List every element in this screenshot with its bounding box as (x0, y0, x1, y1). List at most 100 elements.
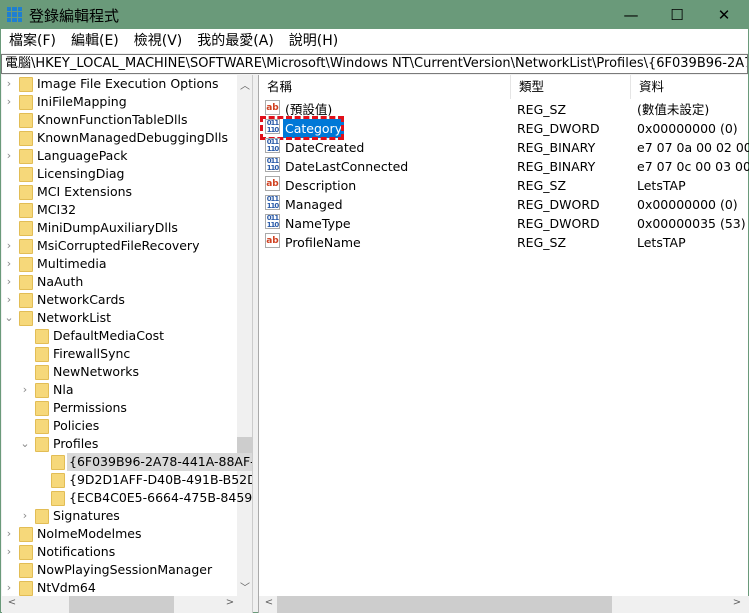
tree-item[interactable]: Permissions (2, 399, 236, 417)
tree-item[interactable]: {ECB4C0E5-6664-475B-8459- (2, 489, 252, 507)
chevron-right-icon[interactable]: › (4, 75, 14, 93)
folder-icon (35, 329, 49, 344)
folder-icon (35, 437, 49, 452)
window-title: 登錄編輯程式 (29, 7, 120, 25)
value-name: Managed (285, 197, 343, 212)
folder-icon (19, 131, 33, 146)
chevron-right-icon[interactable]: › (4, 525, 14, 543)
tree-horizontal-scrollbar[interactable]: < > (2, 596, 252, 613)
value-type: REG_SZ (517, 178, 567, 193)
tree-item[interactable]: › NoImeModelmes (2, 525, 236, 543)
chevron-right-icon[interactable]: › (4, 579, 14, 597)
column-header-data[interactable]: 資料 (631, 75, 749, 99)
value-row[interactable]: 011 110 NameType REG_DWORD 0x00000035 (53) (259, 214, 749, 233)
scroll-left-icon[interactable]: < (4, 597, 20, 608)
tree-item[interactable]: LicensingDiag (2, 165, 236, 183)
tree-item[interactable]: KnownManagedDebuggingDlls (2, 129, 236, 147)
chevron-right-icon[interactable]: › (4, 291, 14, 309)
chevron-down-icon[interactable]: ⌄ (4, 309, 14, 327)
tree-item[interactable]: › Image File Execution Options (2, 75, 236, 93)
close-button[interactable]: ✕ (701, 1, 747, 29)
tree-item[interactable]: › MsiCorruptedFileRecovery (2, 237, 236, 255)
highlight-box (260, 116, 344, 140)
column-header-name[interactable]: 名稱 (259, 75, 511, 99)
tree-horizontal-scroll-thumb[interactable] (69, 596, 174, 613)
string-value-icon: ab (265, 100, 280, 115)
binary-value-icon: 011 110 (265, 195, 280, 210)
value-row[interactable]: 011 110 DateLastConnected REG_BINARY e7 07 0… (259, 157, 749, 176)
value-type: REG_BINARY (517, 159, 596, 174)
tree-item[interactable]: MCI32 (2, 201, 236, 219)
key-tree-pane[interactable]: ︿ ﹀ < > › Image File Execution Options › In… (2, 75, 253, 613)
chevron-right-icon[interactable]: › (4, 543, 14, 561)
value-row[interactable]: ab Description REG_SZ LetsTAP (259, 176, 749, 195)
tree-item[interactable]: › NetworkCards (2, 291, 236, 309)
value-row[interactable]: ab ProfileName REG_SZ LetsTAP (259, 233, 749, 252)
tree-item[interactable]: {9D2D1AFF-D40B-491B-B52D (2, 471, 252, 489)
menu-favorites[interactable]: 我的最愛(A) (189, 29, 281, 53)
tree-item[interactable]: FirewallSync (2, 345, 236, 363)
tree-item[interactable]: {6F039B96-2A78-441A-88AF- (2, 453, 252, 471)
tree-item[interactable]: › NtVdm64 (2, 579, 236, 597)
tree-item[interactable]: NewNetworks (2, 363, 236, 381)
list-horizontal-scrollbar[interactable]: < > (259, 596, 749, 613)
value-data: 0x00000000 (0) (637, 197, 738, 212)
chevron-right-icon[interactable]: › (4, 237, 14, 255)
tree-item-label: Notifications (37, 544, 116, 559)
value-row[interactable]: 011 110 Managed REG_DWORD 0x00000000 (0) (259, 195, 749, 214)
tree-item[interactable]: › Nla (2, 381, 236, 399)
chevron-right-icon[interactable]: › (20, 381, 30, 399)
folder-icon (19, 275, 33, 290)
address-bar[interactable]: 電腦\HKEY_LOCAL_MACHINE\SOFTWARE\Microsoft… (1, 54, 748, 74)
tree-item[interactable]: › NaAuth (2, 273, 236, 291)
values-list-pane[interactable]: 名稱 類型 資料 < > ab (預設值) REG_SZ (數值未設定) 011 110 C… (258, 75, 749, 613)
value-row[interactable]: 011 110 DateCreated REG_BINARY e7 07 0a 00 0… (259, 138, 749, 157)
chevron-right-icon[interactable]: › (20, 507, 30, 525)
registry-editor-window: 登錄編輯程式 — ☐ ✕ 檔案(F) 編輯(E) 檢視(V) 我的最愛(A) 說… (0, 0, 749, 613)
chevron-right-icon[interactable]: › (4, 93, 14, 111)
maximize-button[interactable]: ☐ (654, 1, 700, 29)
scroll-left-icon[interactable]: < (261, 597, 277, 608)
chevron-down-icon[interactable]: ⌄ (20, 435, 30, 453)
tree-item[interactable]: › Multimedia (2, 255, 236, 273)
tree-item[interactable]: ⌄ Profiles (2, 435, 236, 453)
folder-icon (35, 365, 49, 380)
menu-view[interactable]: 檢視(V) (126, 29, 190, 53)
list-horizontal-scroll-thumb[interactable] (277, 596, 612, 613)
tree-item[interactable]: › Notifications (2, 543, 236, 561)
folder-icon (19, 77, 33, 92)
tree-item[interactable]: Policies (2, 417, 236, 435)
value-name: Description (285, 178, 357, 193)
tree-item[interactable]: DefaultMediaCost (2, 327, 236, 345)
folder-icon (35, 419, 49, 434)
tree-item[interactable]: KnownFunctionTableDlls (2, 111, 236, 129)
folder-icon (35, 383, 49, 398)
minimize-button[interactable]: — (608, 1, 654, 29)
value-data: e7 07 0a 00 02 00 1 (637, 140, 749, 155)
menu-file[interactable]: 檔案(F) (1, 29, 63, 53)
scroll-right-icon[interactable]: > (729, 597, 745, 608)
menu-help[interactable]: 說明(H) (281, 29, 345, 53)
scroll-down-icon[interactable]: ﹀ (237, 579, 252, 594)
chevron-right-icon[interactable]: › (4, 147, 14, 165)
folder-icon (19, 113, 33, 128)
scroll-right-icon[interactable]: > (222, 597, 238, 608)
tree-item[interactable]: MiniDumpAuxiliaryDlls (2, 219, 236, 237)
tree-item[interactable]: › IniFileMapping (2, 93, 236, 111)
menu-edit[interactable]: 編輯(E) (63, 29, 126, 53)
tree-item-label: MCI32 (37, 202, 77, 217)
value-row[interactable]: 011 110 Category REG_DWORD 0x00000000 (0) (259, 116, 749, 140)
folder-icon (19, 527, 33, 542)
tree-item-label: LanguagePack (37, 148, 128, 163)
tree-item[interactable]: NowPlayingSessionManager (2, 561, 236, 579)
chevron-right-icon[interactable]: › (4, 255, 14, 273)
tree-item-label: NetworkList (37, 310, 112, 325)
chevron-right-icon[interactable]: › (4, 273, 14, 291)
tree-item[interactable]: ⌄ NetworkList (2, 309, 236, 327)
scroll-up-icon[interactable]: ︿ (237, 77, 252, 92)
tree-vertical-scrollbar[interactable]: ︿ ﹀ (237, 75, 252, 596)
tree-item[interactable]: › Signatures (2, 507, 236, 525)
tree-item[interactable]: MCI Extensions (2, 183, 236, 201)
tree-item[interactable]: › LanguagePack (2, 147, 236, 165)
column-header-type[interactable]: 類型 (511, 75, 631, 99)
